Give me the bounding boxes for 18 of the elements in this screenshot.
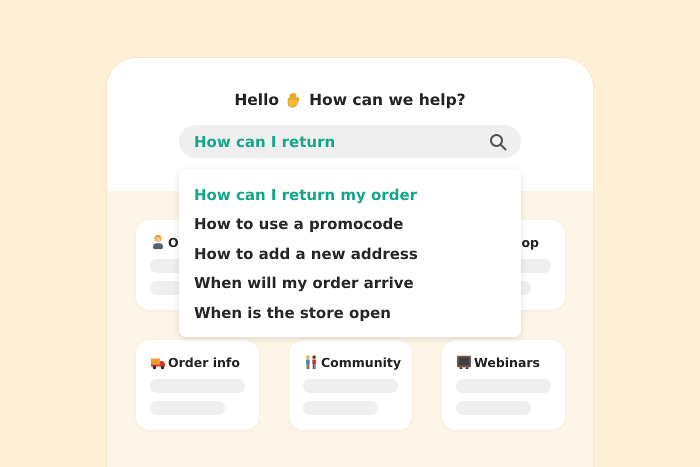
topic-card[interactable]: Webinars: [442, 340, 565, 430]
suggestion-item[interactable]: How to add a new address: [194, 242, 506, 272]
suggestion-item[interactable]: How to use a promocode: [194, 212, 506, 242]
greeting-text: How can we help?: [309, 91, 466, 109]
topic-card[interactable]: Order info: [136, 340, 259, 430]
suggestion-item[interactable]: When will my order arrive: [194, 271, 506, 301]
person-laptop-icon: [150, 234, 166, 250]
two-people-icon: [303, 354, 319, 370]
card-title: Webinars: [474, 354, 540, 370]
topic-card[interactable]: Community: [289, 340, 412, 430]
suggestion-item[interactable]: When is the store open: [194, 300, 506, 330]
card-title: op: [521, 234, 539, 250]
card-title: O: [168, 234, 179, 250]
search-icon: [489, 132, 507, 150]
tv-icon: [456, 354, 472, 370]
greeting-text: Hello: [234, 91, 280, 109]
card-title: Community: [321, 354, 402, 370]
card-title: Order info: [168, 354, 240, 370]
